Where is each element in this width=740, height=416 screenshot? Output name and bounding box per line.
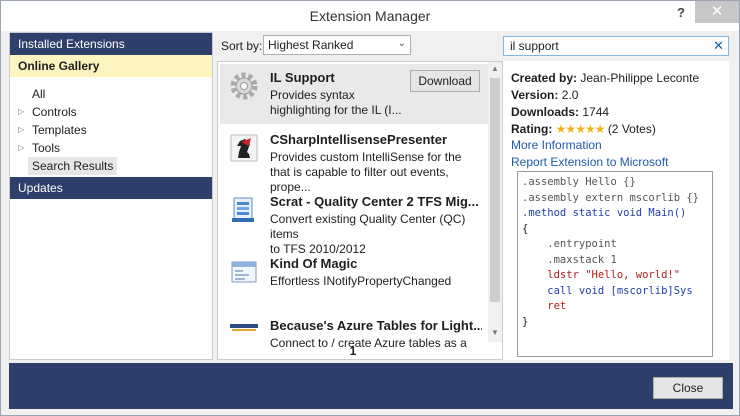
window-close-button[interactable]: ✕ bbox=[695, 1, 739, 23]
window-title: Extension Manager bbox=[309, 8, 431, 24]
code-line: { bbox=[522, 222, 529, 235]
gallery-tree: All ▷ Controls ▷ Templates ▷ Tools Searc… bbox=[10, 77, 212, 175]
chess-knight-icon bbox=[228, 132, 260, 164]
navigation-pane: Installed Extensions Online Gallery All … bbox=[9, 32, 213, 360]
expand-arrow-icon[interactable]: ▷ bbox=[18, 139, 32, 157]
item-description-line: highlighting for the IL (I... bbox=[270, 103, 402, 117]
code-line: .maxstack 1 bbox=[522, 253, 617, 266]
item-description: Provides syntax highlighting for the IL … bbox=[270, 88, 482, 118]
version-row: Version: 2.0 bbox=[511, 88, 578, 102]
item-description-line: Effortless INotifyPropertyChanged bbox=[270, 274, 452, 288]
tree-item-label: Search Results bbox=[28, 157, 118, 175]
item-title: Because's Azure Tables for Light... bbox=[270, 318, 482, 333]
tree-item-label: Controls bbox=[32, 105, 77, 119]
scroll-down-icon[interactable]: ▼ bbox=[490, 328, 500, 337]
code-line: .entrypoint bbox=[522, 238, 617, 250]
download-button[interactable]: Download bbox=[410, 70, 480, 92]
item-title: Scrat - Quality Center 2 TFS Mig... bbox=[270, 194, 479, 209]
search-value: il support bbox=[510, 39, 559, 53]
created-by-label: Created by: bbox=[511, 71, 578, 85]
close-button[interactable]: Close bbox=[653, 377, 723, 399]
list-item[interactable]: CSharpIntellisensePresenter Provides cus… bbox=[220, 126, 488, 194]
downloads-row: Downloads: 1744 bbox=[511, 105, 609, 119]
tree-item-search-results[interactable]: Search Results bbox=[18, 157, 212, 175]
item-description-line: Provides custom IntelliSense for the bbox=[270, 150, 462, 164]
code-line: .assembly extern mscorlib {} bbox=[522, 191, 700, 204]
version-value: 2.0 bbox=[561, 88, 579, 102]
code-line: ldstr "Hello, world!" bbox=[522, 269, 681, 281]
code-line: .assembly Hello {} bbox=[522, 176, 636, 188]
page-number[interactable]: 1 bbox=[218, 344, 488, 358]
search-input[interactable]: il support ✕ bbox=[503, 36, 729, 56]
sort-dropdown[interactable]: Highest Ranked ⌄ bbox=[263, 35, 411, 55]
item-description-line: Convert existing Quality Center (QC) ite… bbox=[270, 212, 466, 241]
report-extension-link[interactable]: Report Extension to Microsoft bbox=[511, 155, 668, 169]
downloads-value: 1744 bbox=[582, 105, 610, 119]
results-list: IL Support Provides syntax highlighting … bbox=[217, 61, 503, 360]
more-information-link[interactable]: More Information bbox=[511, 138, 602, 152]
tree-item-tools[interactable]: ▷ Tools bbox=[18, 139, 212, 157]
tree-item-templates[interactable]: ▷ Templates bbox=[18, 121, 212, 139]
tree-item-label: Templates bbox=[32, 123, 87, 137]
migration-icon bbox=[228, 194, 260, 226]
rating-row: Rating: ★★★★★ (2 Votes) bbox=[511, 122, 656, 136]
rating-votes: (2 Votes) bbox=[607, 122, 656, 136]
expand-arrow-icon[interactable]: ▷ bbox=[18, 121, 32, 139]
help-button[interactable]: ? bbox=[669, 5, 693, 23]
item-title: CSharpIntellisensePresenter bbox=[270, 132, 448, 147]
chevron-down-icon: ⌄ bbox=[397, 38, 406, 49]
nav-installed-extensions[interactable]: Installed Extensions bbox=[10, 33, 212, 55]
extension-manager-window: Extension Manager ? ✕ Installed Extensio… bbox=[0, 0, 740, 416]
code-line: .method static void Main() bbox=[522, 207, 687, 219]
window-icon bbox=[228, 256, 260, 288]
tree-item-controls[interactable]: ▷ Controls bbox=[18, 103, 212, 121]
details-pane: Created by: Jean-Philippe Leconte Versio… bbox=[503, 61, 729, 360]
sort-selected-value: Highest Ranked bbox=[268, 38, 354, 52]
code-line: call void [mscorlib]Sys bbox=[522, 284, 693, 297]
nav-online-gallery[interactable]: Online Gallery bbox=[10, 55, 212, 77]
rating-label: Rating: bbox=[511, 122, 553, 136]
tree-item-all[interactable]: All bbox=[18, 85, 212, 103]
dialog-footer: Close bbox=[9, 363, 733, 409]
scrollbar-thumb[interactable] bbox=[490, 78, 500, 302]
tree-item-label: Tools bbox=[32, 141, 61, 155]
code-line: ret bbox=[522, 300, 567, 312]
list-item[interactable]: IL Support Provides syntax highlighting … bbox=[220, 64, 488, 124]
created-by-row: Created by: Jean-Philippe Leconte bbox=[511, 71, 699, 85]
tree-item-label: All bbox=[32, 87, 46, 101]
created-by-value: Jean-Philippe Leconte bbox=[580, 71, 700, 85]
code-preview: .assembly Hello {} .assembly extern msco… bbox=[517, 171, 713, 357]
version-label: Version: bbox=[511, 88, 559, 102]
item-title: Kind Of Magic bbox=[270, 256, 358, 271]
title-bar: Extension Manager ? ✕ bbox=[1, 1, 739, 31]
sort-bar: Sort by: Highest Ranked ⌄ bbox=[221, 35, 499, 57]
star-rating-icon: ★★★★★ bbox=[555, 122, 606, 136]
list-item[interactable]: Scrat - Quality Center 2 TFS Mig... Conv… bbox=[220, 188, 488, 256]
item-description: Effortless INotifyPropertyChanged bbox=[270, 274, 482, 289]
scroll-up-icon[interactable]: ▲ bbox=[490, 64, 500, 73]
sort-label: Sort by: bbox=[221, 39, 263, 53]
code-line: } bbox=[522, 315, 529, 328]
expand-arrow-icon[interactable]: ▷ bbox=[18, 103, 32, 121]
gear-icon bbox=[228, 70, 260, 102]
nav-updates[interactable]: Updates bbox=[10, 177, 212, 199]
downloads-label: Downloads: bbox=[511, 105, 579, 119]
clear-search-icon[interactable]: ✕ bbox=[713, 38, 724, 54]
list-item[interactable]: Kind Of Magic Effortless INotifyProperty… bbox=[220, 250, 488, 310]
